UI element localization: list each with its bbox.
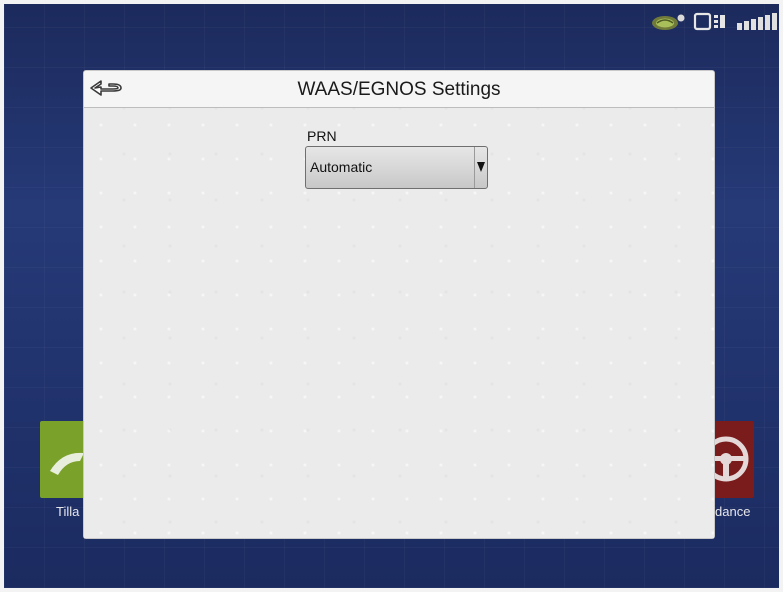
gps-status-icon[interactable] — [650, 11, 688, 33]
waas-egnos-settings-dialog: WAAS/EGNOS Settings PRN Automatic — [84, 71, 714, 538]
dialog-title-bar: WAAS/EGNOS Settings — [84, 71, 714, 108]
home-screen: Tilla dance WAAS/EGNOS Settings PRN Auto… — [4, 4, 779, 588]
back-arrow-icon — [90, 80, 122, 96]
guidance-tile-label: dance — [715, 504, 751, 519]
dialog-title: WAAS/EGNOS Settings — [297, 79, 501, 100]
prn-label: PRN — [307, 128, 337, 144]
dropdown-arrow-icon — [477, 162, 485, 172]
prn-dropdown[interactable]: Automatic — [305, 146, 488, 189]
prn-selected-value: Automatic — [310, 159, 373, 175]
dialog-content: PRN Automatic — [84, 108, 714, 538]
back-button[interactable] — [87, 75, 129, 103]
telemetry-icon[interactable] — [735, 11, 779, 33]
display-status-icon[interactable] — [693, 11, 729, 33]
tillage-tile-label: Tilla — [56, 504, 80, 519]
dropdown-divider — [474, 147, 475, 188]
